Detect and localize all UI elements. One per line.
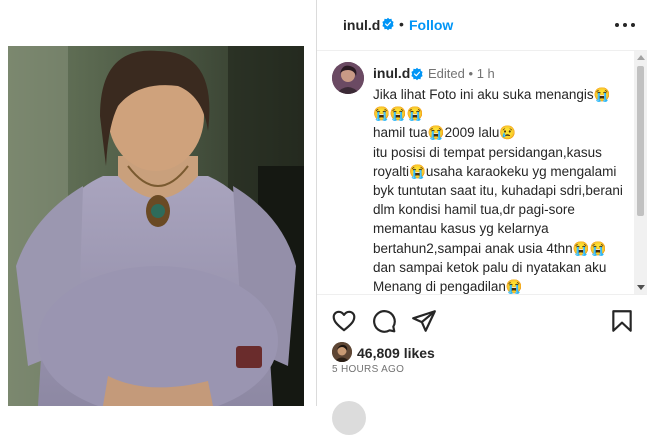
post-header: inul.d • Follow: [317, 0, 647, 51]
follow-button[interactable]: Follow: [409, 17, 453, 33]
author-username[interactable]: inul.d: [343, 17, 380, 33]
comment-bubble-icon[interactable]: [371, 308, 397, 334]
avatar-image: [332, 62, 364, 94]
caption-section: inul.d Edited • 1 h Jika lihat Foto ini …: [317, 51, 635, 294]
post-actions: 46,809 likes 5 HOURS AGO: [317, 294, 647, 435]
post-photo[interactable]: [8, 46, 304, 406]
verified-badge-icon: [382, 17, 394, 31]
meta-separator: •: [468, 66, 474, 81]
caption-username[interactable]: inul.d: [373, 65, 410, 81]
caption-text: Jika lihat Foto ini aku suka menangis😭 😭…: [373, 87, 623, 294]
post-timestamp: 5 HOURS AGO: [332, 364, 405, 375]
post-photo-illustration: [8, 46, 304, 406]
caption-verified-badge-icon: [411, 67, 423, 81]
heart-icon[interactable]: [331, 308, 357, 334]
caption-meta: Edited • 1 h: [428, 66, 495, 81]
scroll-down-arrow-icon[interactable]: [637, 285, 645, 290]
liker-avatar[interactable]: [332, 342, 352, 362]
header-separator: •: [399, 16, 404, 32]
scroll-thumb[interactable]: [637, 66, 644, 216]
more-options-icon[interactable]: [613, 17, 637, 33]
likes-count[interactable]: 46,809 likes: [357, 345, 435, 361]
scroll-up-arrow-icon[interactable]: [637, 55, 645, 60]
caption-avatar[interactable]: [332, 62, 364, 94]
paper-plane-icon[interactable]: [411, 308, 437, 334]
post-media-area: [0, 0, 317, 406]
liker-avatar-image: [332, 342, 352, 362]
caption-scrollbar[interactable]: [634, 51, 647, 294]
edited-label: Edited: [428, 66, 465, 81]
comment-avatar-placeholder: [332, 401, 366, 435]
caption-time: 1 h: [476, 66, 495, 81]
bookmark-icon[interactable]: [609, 308, 635, 334]
